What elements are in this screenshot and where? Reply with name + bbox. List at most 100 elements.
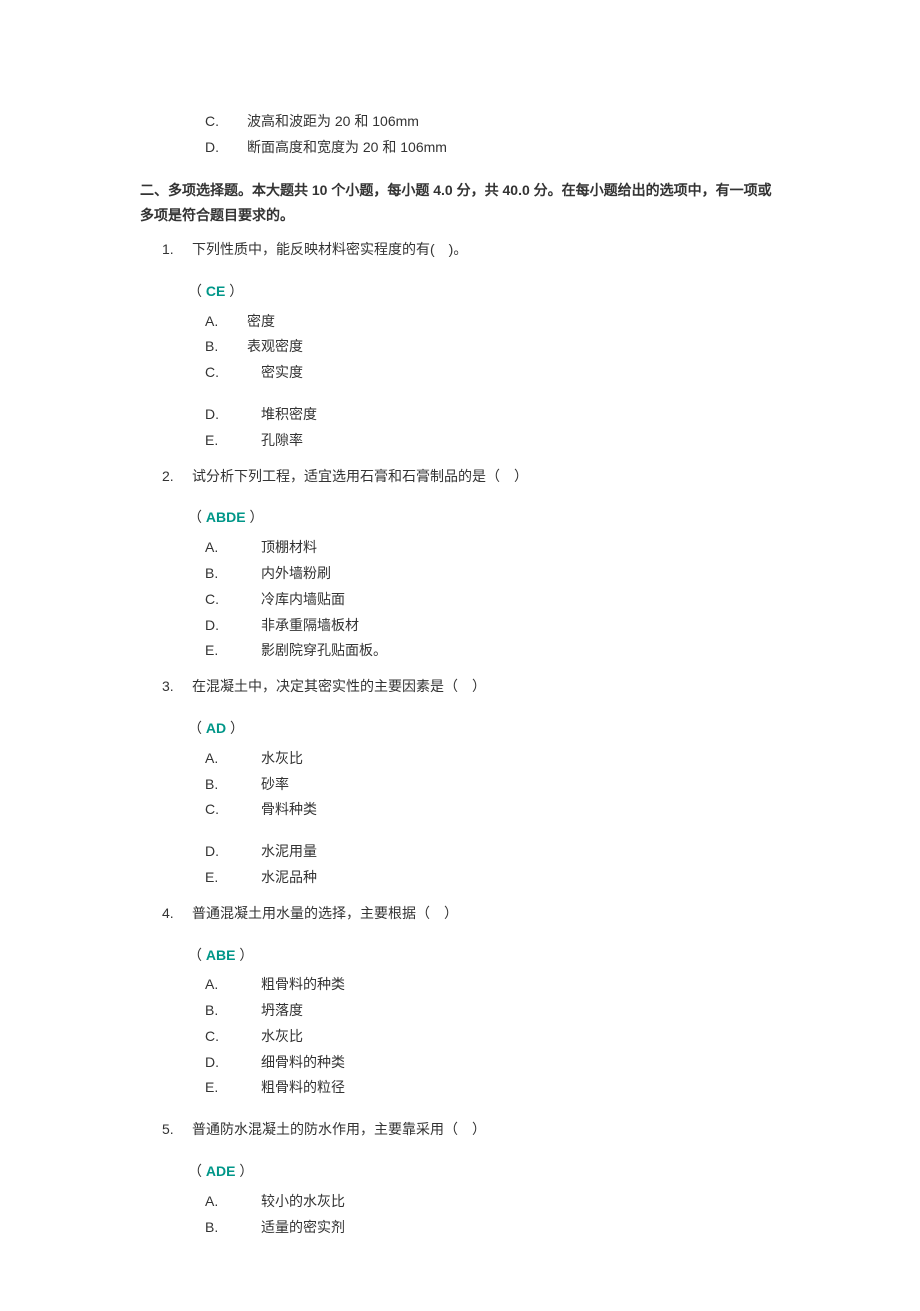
- option-row: B.表观密度: [205, 335, 780, 359]
- header-mid1: 个小题，每小题: [331, 182, 433, 198]
- question-text: 普通混凝土用水量的选择，主要根据（ ）: [192, 902, 780, 926]
- question-block: 5. 普通防水混凝土的防水作用，主要靠采用（ ） （ ADE ） A. 较小的水…: [140, 1118, 780, 1239]
- option-row: B. 砂率: [205, 773, 780, 797]
- question-text: 普通防水混凝土的防水作用，主要靠采用（ ）: [192, 1118, 780, 1142]
- options-group: A.密度 B.表观密度 C. 密实度 D. 堆积密度 E. 孔隙率: [140, 310, 780, 453]
- option-text: 堆积密度: [247, 403, 780, 427]
- option-letter: A.: [205, 1190, 247, 1214]
- question-line: 1. 下列性质中，能反映材料密实程度的有( )。: [162, 238, 780, 262]
- question-number: 5.: [162, 1118, 192, 1142]
- option-row: A. 粗骨料的种类: [205, 973, 780, 997]
- option-letter: C.: [205, 361, 247, 385]
- question-text: 下列性质中，能反映材料密实程度的有( )。: [192, 238, 780, 262]
- option-row: C. 水灰比: [205, 1025, 780, 1049]
- option-letter: E.: [205, 429, 247, 453]
- answer-line: （ ADE ）: [188, 1160, 780, 1184]
- option-letter: D.: [205, 136, 247, 160]
- option-text: 水泥品种: [247, 866, 780, 890]
- option-row: D. 非承重隔墙板材: [205, 614, 780, 638]
- header-total: 40.0: [503, 182, 534, 198]
- option-text: 坍落度: [247, 999, 780, 1023]
- answer-value: ABDE: [206, 509, 246, 525]
- header-mid2: 分，共: [457, 182, 503, 198]
- option-row: B. 坍落度: [205, 999, 780, 1023]
- option-text: 非承重隔墙板材: [247, 614, 780, 638]
- option-row: D. 堆积密度: [205, 403, 780, 427]
- option-row: C. 波高和波距为 20 和 106mm: [205, 110, 780, 134]
- option-letter: C.: [205, 1025, 247, 1049]
- question-line: 3. 在混凝土中，决定其密实性的主要因素是（ ）: [162, 675, 780, 699]
- option-letter: D.: [205, 403, 247, 427]
- option-letter: E.: [205, 1076, 247, 1100]
- options-gap: [140, 387, 780, 403]
- option-letter: D.: [205, 840, 247, 864]
- option-text: 影剧院穿孔贴面板。: [247, 639, 780, 663]
- question-line: 4. 普通混凝土用水量的选择，主要根据（ ）: [162, 902, 780, 926]
- option-text: 密度: [247, 310, 780, 334]
- answer-line: （ ABE ）: [188, 944, 780, 968]
- option-letter: C.: [205, 798, 247, 822]
- header-points: 4.0: [433, 182, 456, 198]
- options-group: A. 较小的水灰比 B. 适量的密实剂: [140, 1190, 780, 1240]
- section-header: 二、多项选择题。本大题共 10 个小题，每小题 4.0 分，共 40.0 分。在…: [140, 178, 780, 228]
- paren-close: ）: [226, 720, 244, 736]
- option-row: C. 冷库内墙贴面: [205, 588, 780, 612]
- option-text: 砂率: [247, 773, 780, 797]
- answer-line: （ AD ）: [188, 717, 780, 741]
- question-number: 3.: [162, 675, 192, 699]
- option-text: 骨料种类: [247, 798, 780, 822]
- option-text: 内外墙粉刷: [247, 562, 780, 586]
- header-count: 10: [312, 182, 331, 198]
- option-text: 适量的密实剂: [247, 1216, 780, 1240]
- question-text: 试分析下列工程，适宜选用石膏和石膏制品的是（ ）: [192, 465, 780, 489]
- option-text: 波高和波距为 20 和 106mm: [247, 110, 780, 134]
- option-row: E. 孔隙率: [205, 429, 780, 453]
- option-letter: A.: [205, 310, 247, 334]
- option-text: 较小的水灰比: [247, 1190, 780, 1214]
- paren-open: （: [188, 1163, 206, 1179]
- question-line: 5. 普通防水混凝土的防水作用，主要靠采用（ ）: [162, 1118, 780, 1142]
- paren-open: （: [188, 720, 206, 736]
- options-group: A. 粗骨料的种类 B. 坍落度 C. 水灰比 D. 细骨料的种类 E. 粗骨料…: [140, 973, 780, 1100]
- option-text: 顶棚材料: [247, 536, 780, 560]
- question-block: 3. 在混凝土中，决定其密实性的主要因素是（ ） （ AD ） A. 水灰比 B…: [140, 675, 780, 890]
- option-letter: A.: [205, 973, 247, 997]
- option-text: 粗骨料的种类: [247, 973, 780, 997]
- option-row: E. 粗骨料的粒径: [205, 1076, 780, 1100]
- option-text: 粗骨料的粒径: [247, 1076, 780, 1100]
- question-line: 2. 试分析下列工程，适宜选用石膏和石膏制品的是（ ）: [162, 465, 780, 489]
- answer-line: （ CE ）: [188, 280, 780, 304]
- options-group: A. 顶棚材料 B. 内外墙粉刷 C. 冷库内墙贴面 D. 非承重隔墙板材 E.…: [140, 536, 780, 663]
- question-block: 2. 试分析下列工程，适宜选用石膏和石膏制品的是（ ） （ ABDE ） A. …: [140, 465, 780, 664]
- header-prefix: 二、多项选择题。本大题共: [140, 182, 312, 198]
- answer-value: ADE: [206, 1163, 236, 1179]
- question-block: 4. 普通混凝土用水量的选择，主要根据（ ） （ ABE ） A. 粗骨料的种类…: [140, 902, 780, 1101]
- option-letter: E.: [205, 866, 247, 890]
- option-text: 断面高度和宽度为 20 和 106mm: [247, 136, 780, 160]
- answer-line: （ ABDE ）: [188, 506, 780, 530]
- options-group: A. 水灰比 B. 砂率 C. 骨料种类 D. 水泥用量 E. 水泥品种: [140, 747, 780, 890]
- option-text: 水灰比: [247, 1025, 780, 1049]
- option-text: 表观密度: [247, 335, 780, 359]
- paren-open: （: [188, 509, 206, 525]
- option-row: B. 适量的密实剂: [205, 1216, 780, 1240]
- question-text: 在混凝土中，决定其密实性的主要因素是（ ）: [192, 675, 780, 699]
- option-letter: A.: [205, 747, 247, 771]
- option-letter: B.: [205, 999, 247, 1023]
- paren-close: ）: [246, 509, 264, 525]
- option-letter: D.: [205, 1051, 247, 1075]
- option-letter: B.: [205, 335, 247, 359]
- option-text: 水灰比: [247, 747, 780, 771]
- paren-open: （: [188, 283, 206, 299]
- paren-close: ）: [225, 283, 243, 299]
- option-row: B. 内外墙粉刷: [205, 562, 780, 586]
- answer-value: CE: [206, 283, 225, 299]
- option-text: 孔隙率: [247, 429, 780, 453]
- answer-value: ABE: [206, 947, 236, 963]
- option-row: A. 顶棚材料: [205, 536, 780, 560]
- question-number: 2.: [162, 465, 192, 489]
- paren-close: ）: [235, 947, 253, 963]
- option-row: E. 影剧院穿孔贴面板。: [205, 639, 780, 663]
- option-row: D. 水泥用量: [205, 840, 780, 864]
- option-letter: D.: [205, 614, 247, 638]
